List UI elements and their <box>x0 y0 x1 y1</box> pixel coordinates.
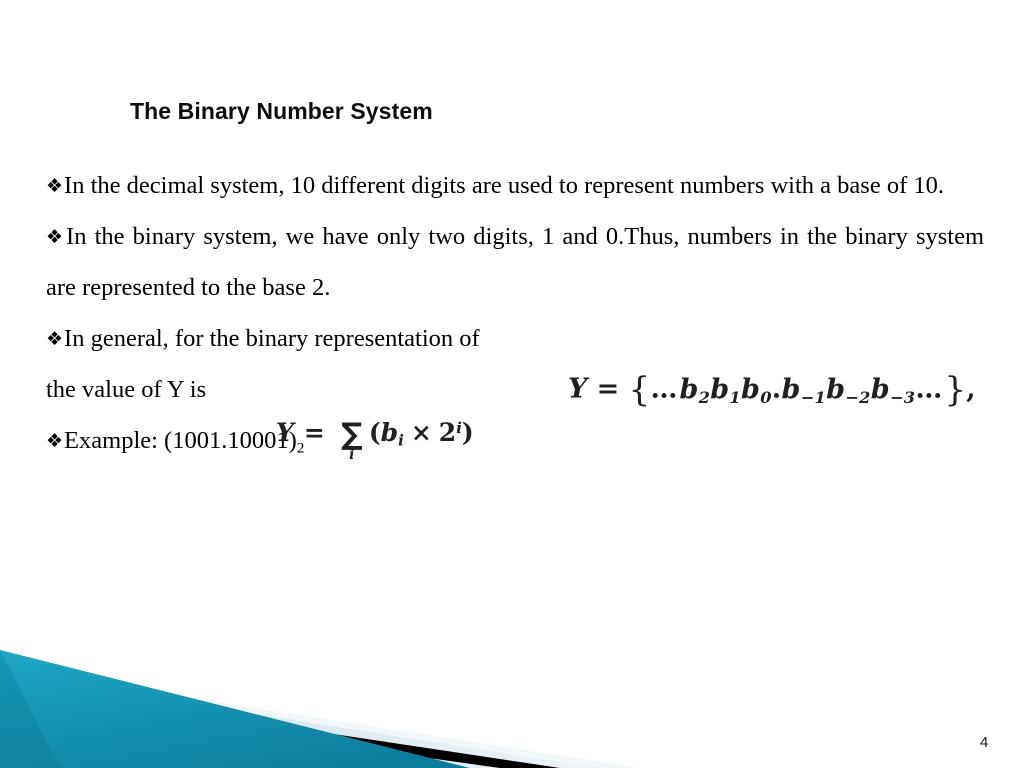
bullet-binary-system-text: In the binary system, we have only two d… <box>46 223 984 301</box>
equation-set-term-bm2: b−2 <box>826 373 871 407</box>
bullet-diamond-icon: ❖ <box>46 430 64 452</box>
equation-binary-value-summation: Y = ∑ i (bi × 2i) <box>276 418 474 462</box>
bullet-general-representation-text-before: In general, for the binary representatio… <box>64 325 480 352</box>
bullet-binary-system: ❖In the binary system, we have only two … <box>46 211 984 313</box>
equation-set-close-brace: } <box>944 370 967 410</box>
equation-sum-operator: = <box>303 418 325 447</box>
ribbon-teal-wedge <box>0 650 470 768</box>
equation-sum-power: 2i <box>438 418 462 447</box>
equation-set-operator: = <box>596 373 620 405</box>
ribbon-black-stripe <box>0 684 560 768</box>
equation-binary-positional-set: Y = {…b2b1b0.b−1b−2b−3…}, <box>568 370 976 410</box>
equation-sum-open-paren: ( <box>368 418 381 447</box>
equation-set-term-b2: b2 <box>679 373 711 407</box>
summation-sigma-icon: ∑ i <box>335 419 369 462</box>
equation-set-term-b0: b0 <box>741 373 772 407</box>
equation-set-lhs: Y <box>568 373 588 405</box>
equation-sum-times-icon: × <box>410 418 432 447</box>
equation-set-open-brace: { <box>628 370 651 410</box>
equation-set-leading-dots: … <box>650 373 680 405</box>
bullet-diamond-icon: ❖ <box>46 226 66 248</box>
bullet-diamond-icon: ❖ <box>46 175 64 197</box>
ribbon-teal-wedge-shade <box>0 650 60 768</box>
slide-body: ❖In the decimal system, 10 different dig… <box>46 160 984 473</box>
ribbon-light-band-upper <box>0 668 640 768</box>
bullet-diamond-icon: ❖ <box>46 328 64 350</box>
equation-sum-close-paren: ) <box>461 418 474 447</box>
bullet-general-representation-text-after: the value of Y is <box>46 376 207 403</box>
equation-sum-term: bi <box>380 418 404 450</box>
equation-set-trailing-dots: … <box>915 373 945 405</box>
equation-set-trailing-punctuation: , <box>966 373 976 405</box>
summation-index: i <box>349 446 355 463</box>
bullet-decimal-system-text: In the decimal system, 10 different digi… <box>64 172 944 199</box>
page-title: The Binary Number System <box>130 98 433 124</box>
equation-set-term-b1: b1 <box>710 373 741 407</box>
slide-canvas: The Binary Number System ❖In the decimal… <box>0 0 1024 768</box>
bottom-corner-ribbon <box>0 628 1024 768</box>
ribbon-light-band <box>0 674 600 768</box>
slide-number: 4 <box>980 734 989 751</box>
equation-set-term-bm3: b−3 <box>870 373 916 407</box>
bullet-decimal-system: ❖In the decimal system, 10 different dig… <box>46 160 984 211</box>
bullet-example: ❖Example: (1001.10001)2 <box>46 415 984 473</box>
equation-sum-lhs: Y <box>276 418 294 447</box>
equation-set-radix-point: . <box>771 373 782 405</box>
bullet-example-label: Example: (1001.10001) <box>64 427 297 454</box>
equation-set-term-bm1: b−1 <box>781 373 827 407</box>
